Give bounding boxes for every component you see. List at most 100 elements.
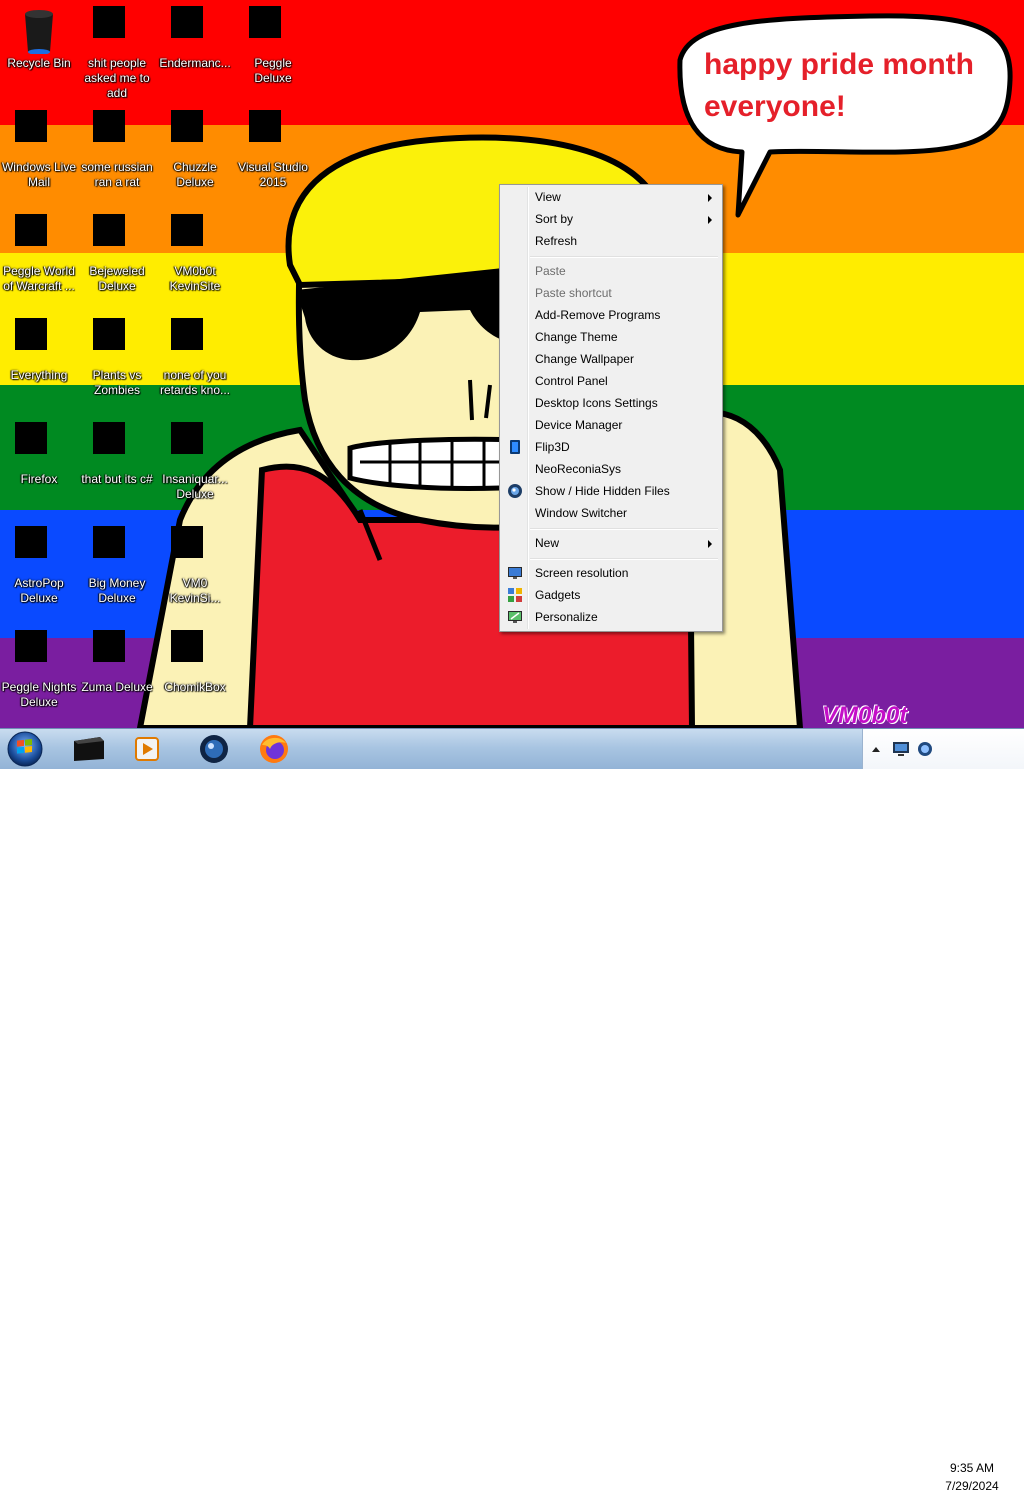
- taskbar-globe-button[interactable]: [186, 731, 242, 767]
- desktop-icon-label: Recycle Bin: [7, 56, 71, 70]
- menu-item-desktop-icons-settings[interactable]: Desktop Icons Settings: [502, 392, 720, 414]
- desktop-icon-label: Visual Studio 2015: [238, 160, 308, 189]
- desktop-icon-label: Endermanc...: [159, 56, 231, 70]
- menu-item-paste-shortcut[interactable]: Paste shortcut: [502, 282, 720, 304]
- menu-item-paste[interactable]: Paste: [502, 260, 720, 282]
- submenu-arrow-icon: [708, 194, 712, 202]
- desktop-icon-label: VM0b0t KevinSite: [169, 264, 221, 293]
- menu-item-flip3d[interactable]: Flip3D: [502, 436, 720, 458]
- desktop-icon[interactable]: some russian ran a rat: [78, 104, 156, 204]
- clock-date[interactable]: 7/29/2024: [930, 1479, 1014, 1493]
- menu-item-personalize[interactable]: Personalize: [502, 606, 720, 628]
- speech-bubble-text: happy pride month everyone!: [704, 44, 1004, 128]
- menu-item-label: Screen resolution: [535, 566, 629, 580]
- gadgets-icon: [508, 588, 522, 602]
- menu-item-change-theme[interactable]: Change Theme: [502, 326, 720, 348]
- menu-item-label: Change Theme: [535, 330, 618, 344]
- desktop-icon[interactable]: Big Money Deluxe: [78, 520, 156, 620]
- desktop-icon[interactable]: VM0b0t KevinSite: [156, 208, 234, 308]
- desktop-icon[interactable]: Bejeweled Deluxe: [78, 208, 156, 308]
- desktop-icon-label: Peggle World of Warcraft ...: [3, 264, 75, 293]
- peggle-icon: [15, 630, 63, 678]
- game-icon: [171, 110, 219, 158]
- desktop-icon[interactable]: Zuma Deluxe: [78, 624, 156, 724]
- desktop-icon[interactable]: Recycle Bin: [0, 0, 78, 100]
- desktop-icon-label: Bejeweled Deluxe: [89, 264, 145, 293]
- action-center-icon[interactable]: [915, 740, 935, 758]
- desktop-icon[interactable]: Endermanc...: [156, 0, 234, 100]
- menu-item-refresh[interactable]: Refresh: [502, 230, 720, 252]
- taskbar-terminal-button[interactable]: [60, 731, 116, 767]
- menu-item-new[interactable]: New: [502, 532, 720, 554]
- desktop-icon[interactable]: Chuzzle Deluxe: [156, 104, 234, 204]
- show-hidden-icons-icon[interactable]: [871, 745, 881, 753]
- menu-item-label: Personalize: [535, 610, 598, 624]
- menu-item-change-wallpaper[interactable]: Change Wallpaper: [502, 348, 720, 370]
- personalize-icon: [508, 611, 522, 623]
- menu-item-neoreconiasys[interactable]: NeoReconiaSys: [502, 458, 720, 480]
- desktop-icon[interactable]: that but its c#: [78, 416, 156, 516]
- submenu-arrow-icon: [708, 540, 712, 548]
- clock-time[interactable]: 9:35 AM: [930, 1461, 1014, 1475]
- menu-item-label: Flip3D: [535, 440, 570, 454]
- desktop-icon[interactable]: Firefox: [0, 416, 78, 516]
- desktop-icon[interactable]: ChomikBox: [156, 624, 234, 724]
- desktop-icon-label: Big Money Deluxe: [88, 576, 146, 605]
- menu-item-sort-by[interactable]: Sort by: [502, 208, 720, 230]
- menu-item-window-switcher[interactable]: Window Switcher: [502, 502, 720, 524]
- search-icon: [15, 318, 63, 366]
- app-icon: [171, 214, 219, 262]
- desktop-icon[interactable]: none of you retards kno...: [156, 312, 234, 412]
- desktop-icon[interactable]: AstroPop Deluxe: [0, 520, 78, 620]
- desktop-icon-label: Windows Live Mail: [1, 160, 77, 189]
- menu-item-label: Change Wallpaper: [535, 352, 634, 366]
- start-button[interactable]: [4, 730, 46, 768]
- menu-item-control-panel[interactable]: Control Panel: [502, 370, 720, 392]
- desktop-icon-label: shit people asked me to add: [84, 56, 150, 100]
- desktop-icon-label: Insaniquar... Deluxe: [162, 472, 228, 501]
- wallpaper-signature: VM0b0t: [822, 702, 908, 728]
- menu-item-add-remove-programs[interactable]: Add-Remove Programs: [502, 304, 720, 326]
- terminal-icon: [74, 737, 104, 761]
- menu-item-label: New: [535, 536, 560, 550]
- taskbar-media-player-button[interactable]: [120, 731, 176, 767]
- desktop-icon-label: some russian ran a rat: [81, 160, 153, 189]
- desktop-icon[interactable]: Peggle World of Warcraft ...: [0, 208, 78, 308]
- speech-bubble-line1: happy pride month: [704, 48, 974, 81]
- menu-item-label: Paste: [535, 264, 566, 278]
- menu-item-screen-resolution[interactable]: Screen resolution: [502, 562, 720, 584]
- zuma-icon: [93, 630, 141, 678]
- desktop-icon-label: VM0 KevinSi...: [169, 576, 221, 605]
- desktop-icon[interactable]: Insaniquar... Deluxe: [156, 416, 234, 516]
- app-icon: [93, 110, 141, 158]
- menu-item-gadgets[interactable]: Gadgets: [502, 584, 720, 606]
- desktop-icon-label: Everything: [10, 368, 68, 382]
- app-icon: [171, 526, 219, 574]
- menu-separator: [530, 528, 718, 530]
- desktop-icon-label: Zuma Deluxe: [81, 680, 153, 694]
- desktop-icon[interactable]: VM0 KevinSi...: [156, 520, 234, 620]
- menu-item-label: Window Switcher: [535, 506, 628, 520]
- menu-item-label: Control Panel: [535, 374, 608, 388]
- desktop-icon-label: Peggle Deluxe: [254, 56, 292, 85]
- menu-item-view[interactable]: View: [502, 186, 720, 208]
- menu-item-label: Show / Hide Hidden Files: [535, 484, 670, 498]
- desktop-icon[interactable]: Peggle Deluxe: [234, 0, 312, 100]
- flip3d-icon: [510, 440, 520, 454]
- desktop-icon[interactable]: Visual Studio 2015: [234, 104, 312, 204]
- mail-icon: [15, 110, 63, 158]
- network-icon[interactable]: [891, 740, 911, 758]
- menu-item-label: Gadgets: [535, 588, 581, 602]
- desktop[interactable]: happy pride month everyone! VM0b0t Recyc…: [0, 0, 1024, 728]
- desktop-icon[interactable]: Peggle Nights Deluxe: [0, 624, 78, 724]
- hamster-icon: [171, 630, 219, 678]
- taskbar-firefox-button[interactable]: [246, 731, 302, 767]
- speech-bubble-line2: everyone!: [704, 90, 846, 123]
- menu-item-show-hide-hidden-files[interactable]: Show / Hide Hidden Files: [502, 480, 720, 502]
- desktop-icon[interactable]: Windows Live Mail: [0, 104, 78, 204]
- desktop-icon[interactable]: shit people asked me to add: [78, 0, 156, 100]
- system-tray: [862, 729, 1024, 769]
- desktop-icon[interactable]: Everything: [0, 312, 78, 412]
- desktop-icon[interactable]: Plants vs Zombies: [78, 312, 156, 412]
- menu-item-device-manager[interactable]: Device Manager: [502, 414, 720, 436]
